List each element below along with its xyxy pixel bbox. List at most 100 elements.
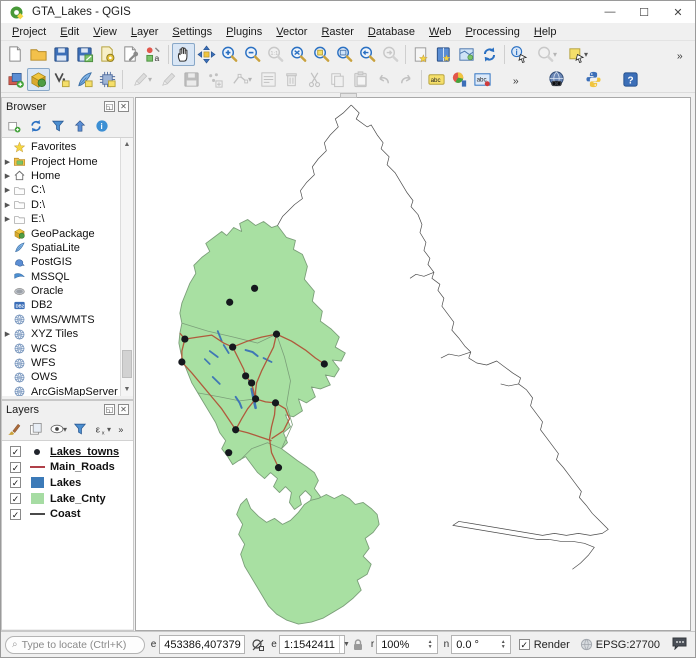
toolbar-handle[interactable] — [340, 93, 357, 98]
messages-icon[interactable] — [672, 637, 687, 653]
new-geopackage-layer-button[interactable] — [27, 68, 50, 91]
current-edits-dropdown-arrow[interactable]: ▾ — [148, 75, 152, 84]
menu-web[interactable]: Web — [422, 24, 458, 40]
select-by-value-dropdown-arrow[interactable]: ▾ — [553, 50, 557, 59]
new-shapefile-layer-button[interactable] — [50, 68, 73, 91]
close-button[interactable]: ✕ — [661, 1, 695, 23]
browser-item-oracle[interactable]: Oracle — [2, 284, 120, 298]
collapse-all-button[interactable] — [70, 116, 90, 136]
browser-item-favorites[interactable]: Favorites — [2, 140, 120, 154]
menu-database[interactable]: Database — [361, 24, 422, 40]
expand-arrow-icon[interactable]: ▶ — [2, 201, 13, 209]
render-checkbox-group[interactable]: ✓ Render — [519, 639, 570, 651]
vertex-tool-dropdown-arrow[interactable]: ▾ — [248, 75, 252, 84]
layer-row-main_roads[interactable]: ✓Main_Roads — [2, 460, 133, 476]
expand-arrow-icon[interactable]: ▶ — [2, 172, 13, 180]
expand-arrow-icon[interactable]: ▶ — [2, 158, 13, 166]
browser-item-home[interactable]: ▶Home — [2, 169, 120, 183]
browser-item-project-home[interactable]: ▶Project Home — [2, 154, 120, 168]
menu-layer[interactable]: Layer — [124, 24, 166, 40]
browser-scrollbar[interactable]: ▲ ▼ — [120, 138, 133, 396]
new-print-layout-button[interactable] — [96, 43, 119, 66]
save-project-as-button[interactable] — [73, 43, 96, 66]
browser-item-ows[interactable]: OWS — [2, 370, 120, 384]
browser-item-arcgismapserver[interactable]: ArcGisMapServer — [2, 385, 120, 396]
browser-item-mssql[interactable]: MSSQL — [2, 270, 120, 284]
refresh-map-button[interactable] — [478, 43, 501, 66]
magnifier-spinbox[interactable]: 100%▲▼ — [376, 635, 437, 654]
python-console-button[interactable] — [582, 68, 605, 91]
manage-map-themes-button[interactable]: ▾ — [48, 419, 68, 439]
select-features-button[interactable]: ▾ — [562, 43, 593, 66]
metasearch-button[interactable] — [545, 68, 568, 91]
menu-plugins[interactable]: Plugins — [219, 24, 269, 40]
map-canvas[interactable] — [135, 97, 691, 631]
layers-float-button[interactable]: ◱ — [104, 404, 115, 415]
pan-to-selection-button[interactable] — [195, 43, 218, 66]
browser-item-d[interactable]: ▶D:\ — [2, 198, 120, 212]
open-project-button[interactable] — [27, 43, 50, 66]
new-spatialite-layer-button[interactable] — [73, 68, 96, 91]
browser-item-wfs[interactable]: WFS — [2, 356, 120, 370]
render-checkbox[interactable]: ✓ — [519, 639, 530, 650]
layer-labeling-button[interactable]: abc — [425, 68, 448, 91]
new-bookmark-button[interactable] — [409, 43, 432, 66]
layer-visibility-checkbox[interactable]: ✓ — [10, 446, 21, 457]
layer-visibility-checkbox[interactable]: ✓ — [10, 477, 21, 488]
pan-map-button[interactable] — [172, 43, 195, 66]
style-manager-button[interactable]: a — [142, 43, 165, 66]
crs-status-button[interactable]: EPSG:27700 — [580, 638, 660, 651]
browser-item-wcs[interactable]: WCS — [2, 341, 120, 355]
lock-scale-icon[interactable] — [351, 638, 365, 652]
layer-visibility-checkbox[interactable]: ✓ — [10, 462, 21, 473]
layer-row-lakes_towns[interactable]: ✓Lakes_towns — [2, 444, 133, 460]
scroll-up-arrow[interactable]: ▲ — [121, 138, 133, 151]
rotation-spinbox[interactable]: 0.0 °▲▼ — [451, 635, 511, 654]
expand-arrow-icon[interactable]: ▶ — [2, 215, 13, 223]
filter-legend-button[interactable] — [70, 419, 90, 439]
maximize-button[interactable]: ☐ — [627, 1, 661, 23]
layers-close-button[interactable]: ✕ — [118, 404, 129, 415]
layer-diagram-button[interactable] — [448, 68, 471, 91]
scale-combobox[interactable]: 1:1542411▼ — [279, 635, 345, 654]
zoom-full-button[interactable] — [287, 43, 310, 66]
identify-features-button[interactable]: i — [508, 43, 531, 66]
menu-edit[interactable]: Edit — [53, 24, 86, 40]
toolbar1-overflow-button[interactable]: » — [672, 43, 695, 66]
scroll-down-arrow[interactable]: ▼ — [121, 383, 133, 396]
zoom-to-selection-button[interactable] — [310, 43, 333, 66]
refresh-browser-button[interactable] — [26, 116, 46, 136]
menu-raster[interactable]: Raster — [314, 24, 360, 40]
menu-help[interactable]: Help — [527, 24, 564, 40]
filter-by-expression-dropdown-arrow[interactable]: ▾ — [107, 425, 111, 434]
toolbar2-overflow-button[interactable]: » — [508, 68, 531, 91]
magnifier-spinner[interactable]: ▲▼ — [428, 640, 433, 649]
browser-item-c[interactable]: ▶C:\ — [2, 183, 120, 197]
toggle-extents-icon[interactable] — [251, 638, 265, 652]
labeling-options-button[interactable]: abc — [471, 68, 494, 91]
properties-widget-button[interactable]: i — [92, 116, 112, 136]
locator-search-input[interactable]: ⌕ Type to locate (Ctrl+K) — [5, 636, 145, 654]
layer-visibility-checkbox[interactable]: ✓ — [10, 493, 21, 504]
help-button[interactable]: ? — [619, 68, 642, 91]
layer-row-coast[interactable]: ✓Coast — [2, 506, 133, 522]
new-map-view-button[interactable] — [455, 43, 478, 66]
select-features-dropdown-arrow[interactable]: ▾ — [584, 50, 588, 59]
menu-view[interactable]: View — [86, 24, 124, 40]
add-selected-layers-button[interactable] — [4, 116, 24, 136]
layout-manager-button[interactable] — [119, 43, 142, 66]
data-source-manager-button[interactable] — [4, 68, 27, 91]
menu-settings[interactable]: Settings — [165, 24, 219, 40]
layer-row-lakes[interactable]: ✓Lakes — [2, 475, 133, 491]
browser-item-e[interactable]: ▶E:\ — [2, 212, 120, 226]
zoom-to-layer-button[interactable] — [333, 43, 356, 66]
filter-browser-button[interactable] — [48, 116, 68, 136]
layer-row-lake_cnty[interactable]: ✓Lake_Cnty — [2, 491, 133, 507]
rotation-spinner[interactable]: ▲▼ — [501, 640, 506, 649]
filter-by-expression-button[interactable]: εx▾ — [92, 419, 112, 439]
zoom-in-button[interactable] — [218, 43, 241, 66]
menu-project[interactable]: Project — [5, 24, 53, 40]
coordinate-input[interactable]: 453386,407379 — [159, 635, 245, 654]
show-bookmarks-button[interactable] — [432, 43, 455, 66]
browser-item-geopackage[interactable]: GeoPackage — [2, 226, 120, 240]
